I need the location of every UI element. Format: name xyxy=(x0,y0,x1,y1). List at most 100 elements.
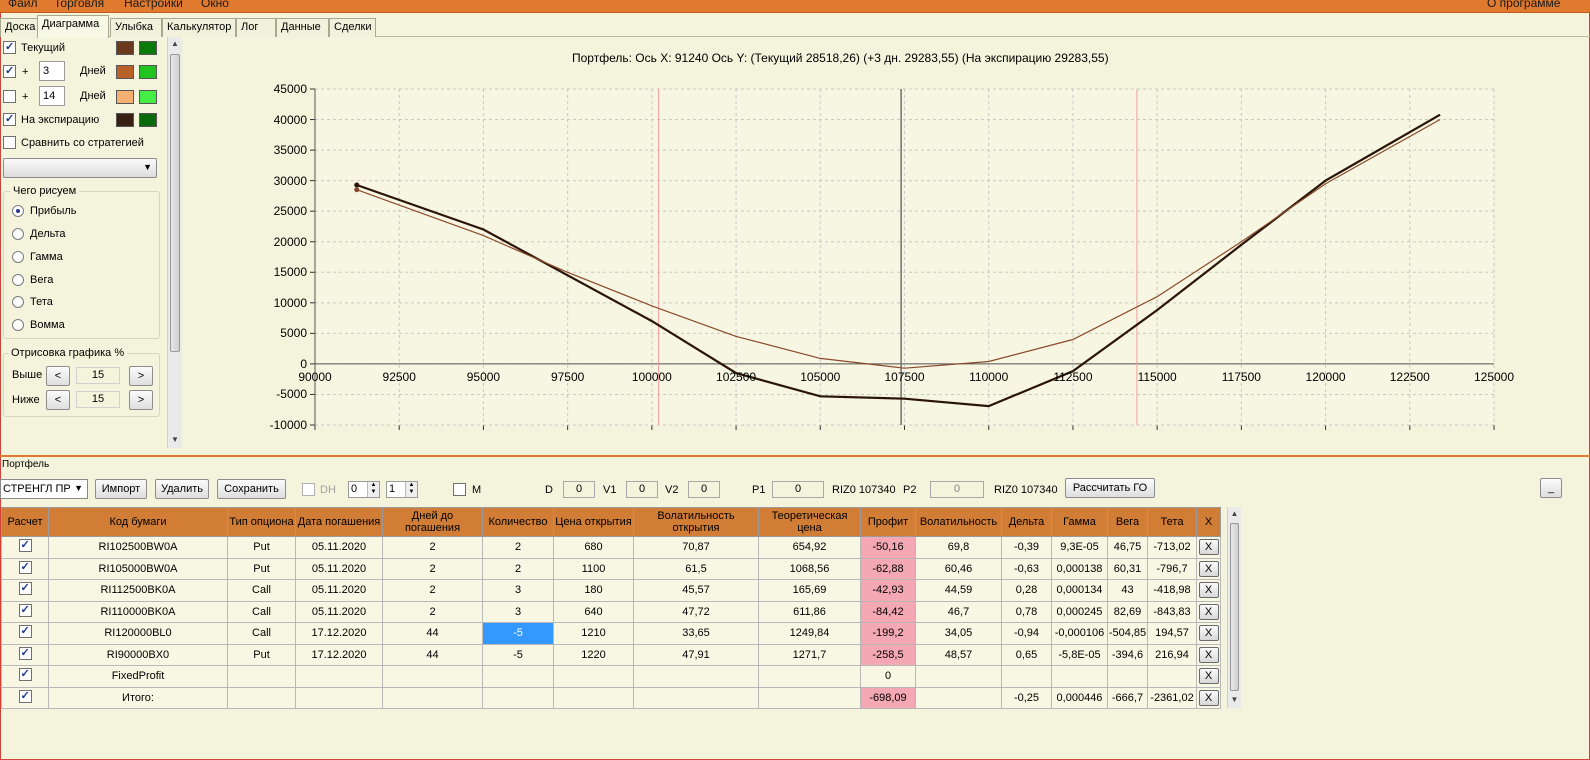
table-cell[interactable] xyxy=(553,665,634,688)
table-cell[interactable]: FixedProfit xyxy=(48,665,228,688)
table-cell[interactable]: -199,2 xyxy=(860,622,916,645)
table-cell[interactable]: -62,88 xyxy=(860,557,916,580)
p1-input[interactable]: 0 xyxy=(772,481,824,498)
table-cell[interactable]: -394,6 xyxy=(1107,643,1148,666)
table-cell[interactable]: -5 xyxy=(482,622,554,645)
delete-button[interactable]: Удалить xyxy=(155,479,209,499)
table-cell[interactable]: Call xyxy=(227,622,296,645)
table-cell[interactable]: Put xyxy=(227,643,296,666)
delete-cell[interactable]: X xyxy=(1196,665,1221,688)
table-cell[interactable]: -5,8E-05 xyxy=(1051,643,1108,666)
table-cell[interactable]: 1068,56 xyxy=(758,557,861,580)
table-cell[interactable]: RI120000BL0 xyxy=(48,622,228,645)
table-cell[interactable]: 0,65 xyxy=(1001,643,1052,666)
scroll-up-icon[interactable]: ▲ xyxy=(1228,509,1241,518)
table-row[interactable]: RI112500BK0ACall05.11.20202318045,57165,… xyxy=(1,579,1221,602)
delete-cell[interactable]: X xyxy=(1196,557,1221,580)
column-header[interactable]: Волатильность xyxy=(915,507,1002,537)
scrollbar-thumb[interactable] xyxy=(1230,523,1239,691)
table-cell[interactable]: 165,69 xyxy=(758,579,861,602)
calc-cell[interactable] xyxy=(1,686,49,709)
table-row[interactable]: RI120000BL0Call17.12.202044-5121033,6512… xyxy=(1,622,1221,645)
row-calc-checkbox[interactable] xyxy=(18,560,32,574)
table-cell[interactable]: 1220 xyxy=(553,643,634,666)
table-cell[interactable]: Итого: xyxy=(48,686,228,709)
m-checkbox[interactable] xyxy=(453,483,466,496)
table-cell[interactable]: 43 xyxy=(1107,579,1148,602)
table-cell[interactable]: 2 xyxy=(382,557,483,580)
table-cell[interactable]: RI90000BX0 xyxy=(48,643,228,666)
column-header[interactable]: Расчет xyxy=(1,507,49,537)
delete-cell[interactable]: X xyxy=(1196,686,1221,709)
spin-arrows-icon[interactable]: ▲ ▼ xyxy=(367,482,379,497)
table-cell[interactable]: 2 xyxy=(382,536,483,559)
column-header[interactable]: Теоретическая цена xyxy=(758,507,861,537)
table-cell[interactable]: 0,000446 xyxy=(1051,686,1108,709)
table-cell[interactable]: 44 xyxy=(382,622,483,645)
calc-cell[interactable] xyxy=(1,622,49,645)
delete-cell[interactable]: X xyxy=(1196,643,1221,666)
table-cell[interactable] xyxy=(1001,665,1052,688)
calc-cell[interactable] xyxy=(1,579,49,602)
table-scrollbar[interactable]: ▲ ▼ xyxy=(1227,507,1241,708)
table-cell[interactable]: 60,31 xyxy=(1107,557,1148,580)
row-calc-checkbox[interactable] xyxy=(18,603,32,617)
table-cell[interactable]: 45,57 xyxy=(633,579,759,602)
table-cell[interactable] xyxy=(1051,665,1108,688)
row-calc-checkbox[interactable] xyxy=(18,668,32,682)
delete-row-button[interactable]: X xyxy=(1198,625,1219,642)
calc-cell[interactable] xyxy=(1,643,49,666)
table-cell[interactable] xyxy=(633,686,759,709)
table-cell[interactable]: -418,98 xyxy=(1147,579,1197,602)
table-cell[interactable]: -796,7 xyxy=(1147,557,1197,580)
delete-row-button[interactable]: X xyxy=(1198,668,1219,685)
table-cell[interactable]: 60,46 xyxy=(915,557,1002,580)
table-cell[interactable]: -666,7 xyxy=(1107,686,1148,709)
table-cell[interactable]: 44,59 xyxy=(915,579,1002,602)
table-row[interactable]: RI110000BK0ACall05.11.20202364047,72611,… xyxy=(1,600,1221,623)
calc-go-button[interactable]: Рассчитать ГО xyxy=(1065,478,1155,498)
import-button[interactable]: Импорт xyxy=(95,479,147,499)
table-cell[interactable] xyxy=(227,686,296,709)
table-cell[interactable]: 1210 xyxy=(553,622,634,645)
table-cell[interactable] xyxy=(915,665,1002,688)
delete-row-button[interactable]: X xyxy=(1198,689,1219,706)
column-header[interactable]: X xyxy=(1196,507,1221,537)
table-cell[interactable] xyxy=(1147,665,1197,688)
d-input[interactable]: 0 xyxy=(563,481,595,498)
table-cell[interactable] xyxy=(295,686,383,709)
row-calc-checkbox[interactable] xyxy=(18,582,32,596)
v2-input[interactable]: 0 xyxy=(688,481,720,498)
table-cell[interactable]: 611,86 xyxy=(758,600,861,623)
column-header[interactable]: Вега xyxy=(1107,507,1148,537)
table-cell[interactable]: -42,93 xyxy=(860,579,916,602)
table-row[interactable]: RI90000BX0Put17.12.202044-5122047,911271… xyxy=(1,643,1221,666)
table-cell[interactable]: -2361,02 xyxy=(1147,686,1197,709)
table-cell[interactable] xyxy=(382,665,483,688)
table-cell[interactable]: RI110000BK0A xyxy=(48,600,228,623)
table-cell[interactable] xyxy=(382,686,483,709)
table-cell[interactable]: 0,78 xyxy=(1001,600,1052,623)
delete-row-button[interactable]: X xyxy=(1198,560,1219,577)
table-cell[interactable]: -0,25 xyxy=(1001,686,1052,709)
table-cell[interactable]: 69,8 xyxy=(915,536,1002,559)
table-cell[interactable]: 48,57 xyxy=(915,643,1002,666)
table-cell[interactable]: 05.11.2020 xyxy=(295,536,383,559)
table-row[interactable]: RI105000BW0APut05.11.202022110061,51068,… xyxy=(1,557,1221,580)
delete-cell[interactable]: X xyxy=(1196,600,1221,623)
column-header[interactable]: Код бумаги xyxy=(48,507,228,537)
table-cell[interactable]: 180 xyxy=(553,579,634,602)
column-header[interactable]: Гамма xyxy=(1051,507,1108,537)
table-cell[interactable]: -0,39 xyxy=(1001,536,1052,559)
table-cell[interactable]: -5 xyxy=(482,643,554,666)
table-cell[interactable]: 17.12.2020 xyxy=(295,622,383,645)
spin-arrows-icon[interactable]: ▲ ▼ xyxy=(405,482,417,497)
column-header[interactable]: Количество xyxy=(482,507,554,537)
delete-row-button[interactable]: X xyxy=(1198,539,1219,556)
delete-row-button[interactable]: X xyxy=(1198,646,1219,663)
table-cell[interactable]: 0 xyxy=(860,665,916,688)
table-cell[interactable]: -50,16 xyxy=(860,536,916,559)
delete-cell[interactable]: X xyxy=(1196,579,1221,602)
delete-row-button[interactable]: X xyxy=(1198,603,1219,620)
table-cell[interactable]: RI102500BW0A xyxy=(48,536,228,559)
